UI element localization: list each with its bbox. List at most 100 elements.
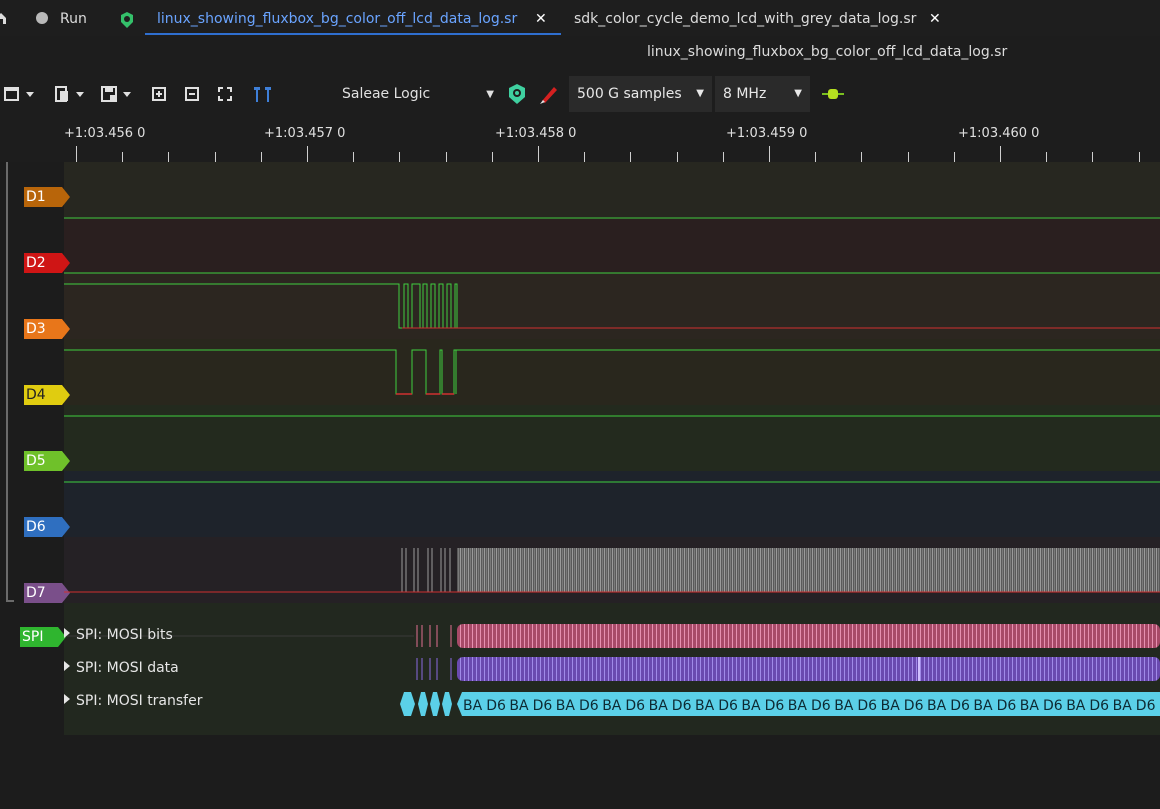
spi-bits-pulses [416, 625, 452, 647]
tab-active-file[interactable]: linux_showing_fluxbox_bg_color_off_lcd_d… [157, 4, 517, 34]
tab-run[interactable]: Run [36, 4, 87, 34]
cursor-icon [254, 87, 271, 102]
decoder-row-mosi-bits[interactable]: SPI: MOSI bits [64, 627, 173, 643]
ruler-tick [1139, 152, 1140, 162]
chevron-down-icon: ▼ [486, 88, 494, 100]
ruler-tick [446, 152, 447, 162]
transfer-byte: BA [1066, 698, 1086, 714]
tab-active-file-close[interactable]: ✕ [535, 4, 547, 34]
trace-d3 [64, 283, 1160, 329]
ruler-tick [168, 152, 169, 162]
transfer-byte: BA [927, 698, 947, 714]
transfer-byte: D6 [1043, 698, 1063, 714]
decoder-row-mosi-transfer[interactable]: SPI: MOSI transfer [64, 693, 202, 709]
expand-icon[interactable] [64, 694, 70, 704]
samples-combo[interactable]: 500 G samples ▼ [569, 76, 712, 112]
decoder-label-spi[interactable]: SPI [20, 627, 66, 647]
close-icon[interactable]: ✕ [929, 11, 941, 27]
device-config-icon [509, 84, 525, 104]
trace-d7-burst [457, 548, 1160, 592]
tab-second-file-close[interactable]: ✕ [929, 4, 941, 34]
logo-icon [120, 12, 134, 32]
zoom-out-button[interactable] [185, 83, 199, 105]
zoom-fit-button[interactable] [218, 83, 232, 105]
tab-bar: Run linux_showing_fluxbox_bg_color_off_l… [0, 0, 1160, 36]
channel-label-d2[interactable]: D2 [24, 253, 70, 273]
open-button[interactable] [54, 83, 86, 105]
transfer-byte: BA [834, 698, 854, 714]
close-icon[interactable]: ✕ [535, 11, 547, 27]
samplerate-combo[interactable]: 8 MHz ▼ [715, 76, 810, 112]
channel-label-d1[interactable]: D1 [24, 187, 70, 207]
channel-name: D4 [26, 387, 46, 403]
zoom-in-button[interactable] [152, 83, 166, 105]
decoder-row-mosi-data[interactable]: SPI: MOSI data [64, 660, 179, 676]
group-bracket-end [6, 600, 14, 602]
tab-second-file[interactable]: sdk_color_cycle_demo_lcd_with_grey_data_… [574, 4, 916, 34]
samples-combo-value: 500 G samples [577, 86, 682, 102]
time-ruler[interactable]: +1:03.456 0 +1:03.457 0 +1:03.458 0 +1:0… [64, 118, 1160, 162]
ruler-tick [492, 152, 493, 162]
ruler-tick [861, 152, 862, 162]
channel-name: D2 [26, 255, 46, 271]
transfer-byte: BA [695, 698, 715, 714]
expand-icon[interactable] [64, 661, 70, 671]
save-button[interactable] [101, 83, 133, 105]
channel-name: D5 [26, 453, 46, 469]
decoder-row-label: SPI: MOSI bits [76, 627, 173, 643]
transfer-byte: BA [973, 698, 993, 714]
ruler-tick [261, 152, 262, 162]
run-icon [36, 12, 48, 24]
transfer-byte: BA [741, 698, 761, 714]
channel-label-d7[interactable]: D7 [24, 583, 70, 603]
device-selector[interactable]: Saleae Logic ▼ [342, 83, 498, 105]
ruler-tick [815, 152, 816, 162]
channel-label-d4[interactable]: D4 [24, 385, 70, 405]
transfer-byte: D6 [765, 698, 785, 714]
transfer-byte: D6 [486, 698, 506, 714]
expand-icon[interactable] [64, 628, 70, 638]
save-icon [101, 86, 131, 102]
transfer-byte: BA [649, 698, 669, 714]
trace-area[interactable]: D1 D2 D3 D4 D5 D6 D7 SPI BA D6 BA D6 BA … [0, 162, 1160, 809]
channel-label-d5[interactable]: D5 [24, 451, 70, 471]
transfer-byte: D6 [533, 698, 553, 714]
trace-d4 [64, 349, 457, 395]
ruler-tick [307, 146, 308, 162]
decoder-add-button[interactable] [821, 83, 845, 105]
transfer-byte: D6 [904, 698, 924, 714]
cursor-button[interactable] [252, 83, 274, 105]
transfer-byte: BA [788, 698, 808, 714]
tab-second-file-label: sdk_color_cycle_demo_lcd_with_grey_data_… [574, 11, 917, 27]
ruler-label: +1:03.457 0 [264, 126, 346, 141]
ruler-tick [954, 152, 955, 162]
chevron-down-icon: ▼ [696, 88, 704, 99]
home-icon[interactable] [0, 12, 6, 24]
spi-transfer-pulses [400, 692, 452, 716]
ruler-tick [584, 152, 585, 162]
transfer-byte: BA [881, 698, 901, 714]
probe-button[interactable] [538, 83, 560, 105]
new-view-button[interactable] [4, 83, 36, 105]
channel-name: D7 [26, 585, 46, 601]
ruler-tick [538, 146, 539, 162]
ruler-label: +1:03.460 0 [958, 126, 1040, 141]
transfer-byte: BA [602, 698, 622, 714]
transfer-byte: BA [509, 698, 529, 714]
decoder-add-icon [822, 89, 844, 99]
ruler-tick [677, 152, 678, 162]
spi-data-pulses [416, 658, 452, 680]
transfer-byte: D6 [625, 698, 645, 714]
ruler-tick [1000, 146, 1001, 162]
ruler-label: +1:03.459 0 [726, 126, 808, 141]
device-config-button[interactable] [506, 83, 528, 105]
ruler-tick [908, 152, 909, 162]
channel-label-d3[interactable]: D3 [24, 319, 70, 339]
channel-name: D6 [26, 519, 46, 535]
ruler-label: +1:03.458 0 [495, 126, 577, 141]
file-title-text: linux_showing_fluxbox_bg_color_off_lcd_d… [647, 44, 1008, 60]
channel-label-d6[interactable]: D6 [24, 517, 70, 537]
open-icon [55, 86, 84, 102]
transfer-byte: D6 [950, 698, 970, 714]
trace-d7-pulses [401, 548, 451, 592]
